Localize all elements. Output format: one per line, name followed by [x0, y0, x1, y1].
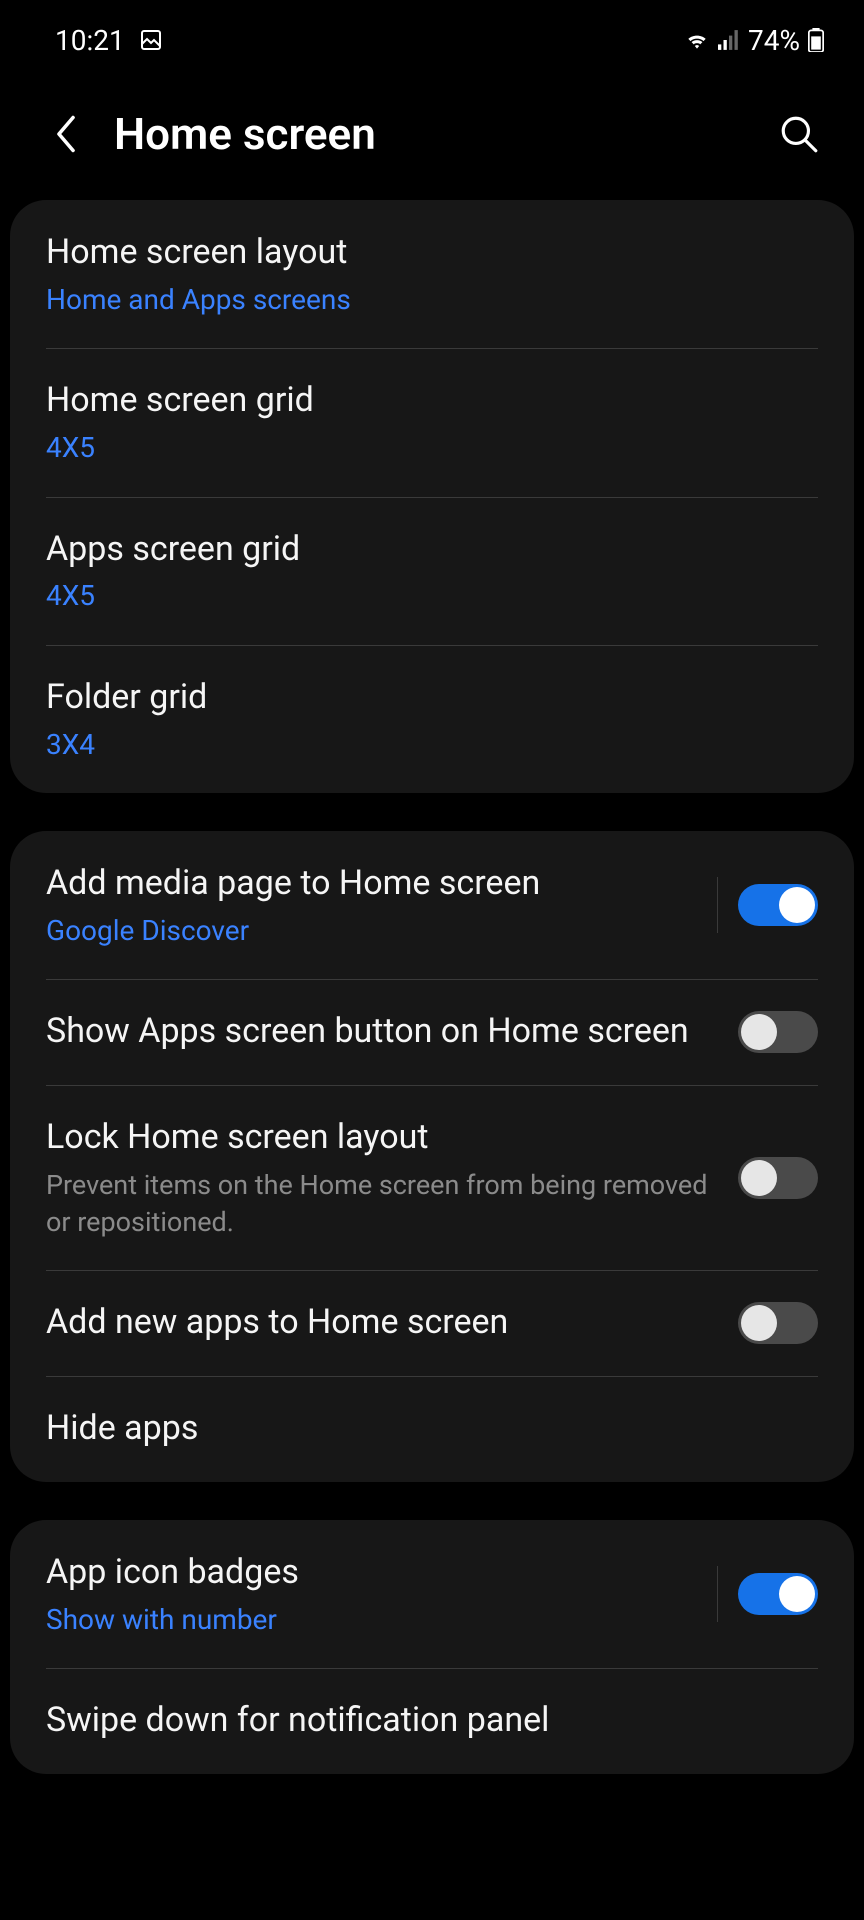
- toggle-app-icon-badges[interactable]: [738, 1573, 818, 1615]
- row-title: Show Apps screen button on Home screen: [46, 1009, 718, 1055]
- row-title: App icon badges: [46, 1550, 697, 1596]
- row-add-new-apps[interactable]: Add new apps to Home screen: [10, 1270, 854, 1376]
- status-time: 10:21: [55, 24, 125, 57]
- page-header: Home screen: [0, 60, 864, 200]
- back-button[interactable]: [46, 114, 86, 154]
- row-title: Home screen grid: [46, 378, 798, 424]
- signal-icon: [718, 30, 740, 50]
- row-swipe-down-notification[interactable]: Swipe down for notification panel: [10, 1668, 854, 1774]
- row-folder-grid[interactable]: Folder grid 3X4: [10, 645, 854, 793]
- row-add-media-page[interactable]: Add media page to Home screen Google Dis…: [10, 831, 854, 979]
- search-button[interactable]: [774, 109, 824, 159]
- toggle-add-new-apps[interactable]: [738, 1302, 818, 1344]
- row-title: Swipe down for notification panel: [46, 1698, 798, 1744]
- row-subtitle: 3X4: [46, 727, 798, 763]
- divider: [717, 1566, 718, 1622]
- page-title: Home screen: [114, 108, 746, 160]
- row-app-icon-badges[interactable]: App icon badges Show with number: [10, 1520, 854, 1668]
- divider: [717, 877, 718, 933]
- wifi-icon: [684, 29, 710, 51]
- row-title: Add new apps to Home screen: [46, 1300, 718, 1346]
- status-bar: 10:21 74%: [0, 0, 864, 60]
- row-show-apps-button[interactable]: Show Apps screen button on Home screen: [10, 979, 854, 1085]
- row-subtitle: 4X5: [46, 430, 798, 466]
- group-badges: App icon badges Show with number Swipe d…: [10, 1520, 854, 1774]
- row-hide-apps[interactable]: Hide apps: [10, 1376, 854, 1482]
- group-options: Add media page to Home screen Google Dis…: [10, 831, 854, 1482]
- row-title: Folder grid: [46, 675, 798, 721]
- gallery-icon: [139, 28, 163, 52]
- row-title: Add media page to Home screen: [46, 861, 697, 907]
- row-apps-screen-grid[interactable]: Apps screen grid 4X5: [10, 497, 854, 645]
- row-subtitle: Show with number: [46, 1602, 697, 1638]
- toggle-lock-layout[interactable]: [738, 1157, 818, 1199]
- row-subtitle: Prevent items on the Home screen from be…: [46, 1167, 718, 1240]
- row-lock-layout[interactable]: Lock Home screen layout Prevent items on…: [10, 1085, 854, 1270]
- row-title: Lock Home screen layout: [46, 1115, 718, 1161]
- row-title: Hide apps: [46, 1406, 798, 1452]
- toggle-add-media-page[interactable]: [738, 884, 818, 926]
- row-home-screen-layout[interactable]: Home screen layout Home and Apps screens: [10, 200, 854, 348]
- row-title: Home screen layout: [46, 230, 798, 276]
- row-subtitle: 4X5: [46, 578, 798, 614]
- row-title: Apps screen grid: [46, 527, 798, 573]
- row-home-screen-grid[interactable]: Home screen grid 4X5: [10, 348, 854, 496]
- row-subtitle: Google Discover: [46, 913, 697, 949]
- group-layout: Home screen layout Home and Apps screens…: [10, 200, 854, 793]
- battery-icon: [808, 28, 824, 52]
- status-battery: 74%: [748, 24, 800, 57]
- row-subtitle: Home and Apps screens: [46, 282, 798, 318]
- toggle-show-apps-button[interactable]: [738, 1011, 818, 1053]
